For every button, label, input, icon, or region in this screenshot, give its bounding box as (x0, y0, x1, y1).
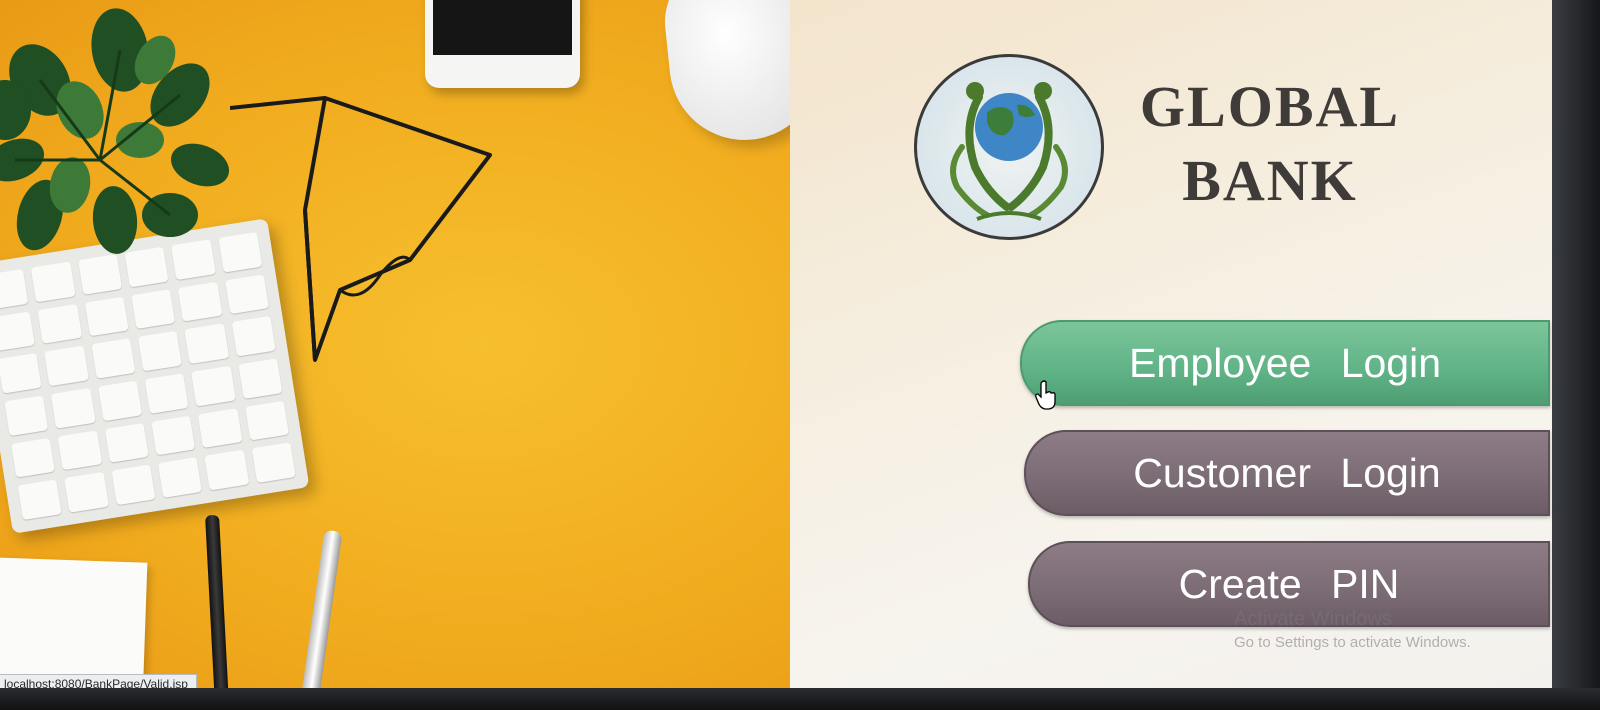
keyboard-key (184, 323, 229, 365)
browser-status-url: localhost:8080/BankPage/Valid.jsp (0, 674, 197, 688)
keyboard-key (0, 311, 36, 352)
keyboard-key (51, 387, 96, 429)
keyboard-key (131, 288, 176, 330)
keyboard-key (64, 472, 109, 513)
eyeglasses-image (230, 96, 492, 362)
black-pen-image (205, 514, 229, 688)
phone-image (425, 0, 580, 88)
desk-photo (0, 0, 805, 688)
mouse-image (659, 0, 805, 148)
bank-panel: GLOBAL BANK Employee Login Customer Logi… (790, 0, 1552, 688)
phone-screen (433, 0, 572, 55)
employee-login-button[interactable]: Employee Login (1020, 320, 1550, 406)
keyboard-key (4, 395, 49, 436)
keyboard-key (84, 296, 129, 337)
watermark-subtitle: Go to Settings to activate Windows. (1234, 634, 1471, 651)
globe-people-logo-graphic (950, 82, 1068, 221)
keyboard-key (157, 457, 203, 498)
keyboard-key (244, 400, 290, 441)
keyboard-key (111, 464, 156, 506)
keyboard-key (97, 380, 143, 421)
keyboard-key (10, 437, 56, 478)
keyboard-key (191, 365, 236, 407)
keyboard-key (57, 430, 103, 471)
brand-line-2: BANK (1182, 148, 1358, 213)
browser-viewport: GLOBAL BANK Employee Login Customer Logi… (0, 0, 1552, 688)
keyboard-key (177, 281, 223, 322)
keyboard-key (44, 345, 89, 387)
globe-people-logo (914, 54, 1104, 240)
keyboard-key (251, 442, 296, 484)
hand-pointer-icon (1035, 380, 1056, 410)
keyboard-key (0, 268, 29, 310)
create-pin-button[interactable]: Create PIN (1028, 541, 1550, 627)
customer-login-button[interactable]: Customer Login (1024, 430, 1550, 516)
brand-line-1: GLOBAL (1139, 74, 1401, 139)
notebook-image (0, 557, 148, 688)
keyboard-key (104, 422, 149, 464)
keyboard-key (17, 479, 62, 521)
keyboard-key (91, 338, 136, 379)
monitor-bezel-right (1552, 0, 1600, 710)
bank-brand-title: GLOBAL BANK (1120, 70, 1420, 218)
silver-pen-image (299, 529, 343, 688)
keyboard-key (151, 415, 196, 456)
keyboard-key (204, 450, 249, 491)
plant-image (0, 8, 230, 254)
keyboard-key (37, 303, 82, 345)
keyboard-key (197, 407, 243, 449)
keyboard-key (144, 373, 189, 414)
keyboard-key (137, 331, 183, 372)
keyboard-key (0, 353, 42, 394)
monitor-bezel-bottom (0, 688, 1600, 710)
